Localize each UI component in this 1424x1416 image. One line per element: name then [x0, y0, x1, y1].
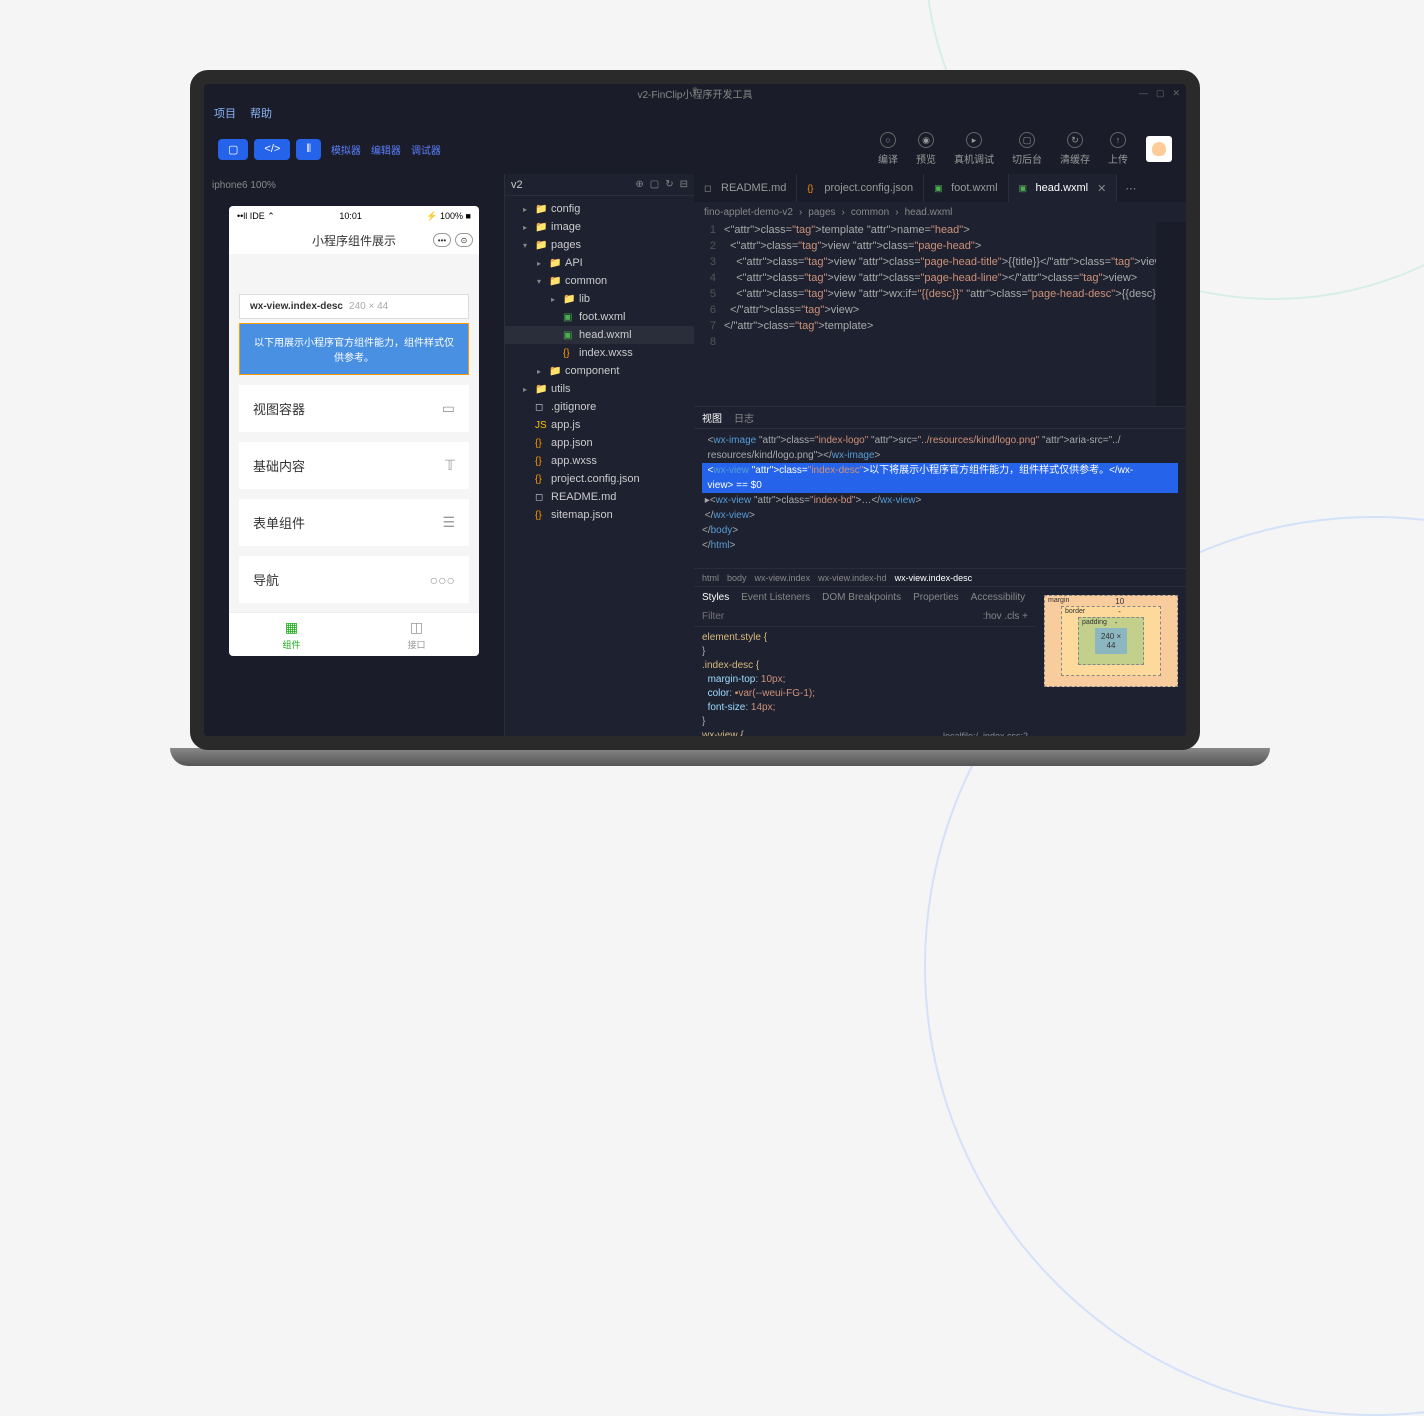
tool-simulator[interactable]: ▢: [218, 139, 248, 160]
phone-simulator[interactable]: ••ll IDE ⌃ 10:01 ⚡ 100% ■ 小程序组件展示 •••⊙ w…: [229, 206, 479, 656]
phone-statusbar: ••ll IDE ⌃ 10:01 ⚡ 100% ■: [229, 206, 479, 226]
tabbar-api[interactable]: ◫接口: [354, 613, 479, 656]
remote-debug-button[interactable]: ▸真机调试: [954, 132, 994, 166]
simulator-panel: iphone6 100% ••ll IDE ⌃ 10:01 ⚡ 100% ■ 小…: [204, 174, 504, 736]
tree-item[interactable]: {}index.wxss: [505, 344, 694, 362]
highlighted-element: 以下用展示小程序官方组件能力，组件样式仅供参考。: [239, 323, 469, 375]
breadcrumb[interactable]: fino-applet-demo-v2 › pages › common › h…: [694, 202, 1186, 222]
editor-tab[interactable]: {}project.config.json: [797, 174, 924, 202]
tree-item[interactable]: {}app.json: [505, 434, 694, 452]
grid-icon: ▦: [285, 619, 298, 636]
styles-filter-controls[interactable]: :hov .cls +: [983, 611, 1028, 622]
dots-icon: ○○○: [430, 572, 455, 588]
tree-item[interactable]: ▸📁API: [505, 254, 694, 272]
text-icon: 𝕋: [445, 457, 455, 474]
devtools-tab-log[interactable]: 日志: [734, 410, 754, 425]
phone-title: 小程序组件展示 •••⊙: [229, 226, 479, 254]
menu-icon: ☰: [442, 514, 455, 531]
tree-item[interactable]: ▸📁utils: [505, 380, 694, 398]
tree-item[interactable]: ▾📁pages: [505, 236, 694, 254]
api-icon: ◫: [410, 619, 423, 636]
styles-tab[interactable]: Accessibility: [971, 592, 1025, 603]
background-button[interactable]: ▢切后台: [1012, 132, 1042, 166]
tree-item[interactable]: ▣foot.wxml: [505, 308, 694, 326]
editor-tab[interactable]: ◻README.md: [694, 174, 797, 202]
device-info[interactable]: iphone6 100%: [212, 180, 276, 191]
collapse-icon[interactable]: ⊟: [680, 179, 688, 190]
preview-button[interactable]: ◉预览: [916, 132, 936, 166]
project-name: v2: [511, 179, 523, 191]
tree-item[interactable]: ▸📁config: [505, 200, 694, 218]
tree-item[interactable]: JSapp.js: [505, 416, 694, 434]
tree-item[interactable]: ◻.gitignore: [505, 398, 694, 416]
inspector-tooltip: wx-view.index-desc240 × 44: [239, 294, 469, 319]
styles-tab[interactable]: Event Listeners: [741, 592, 810, 603]
tree-item[interactable]: ▸📁component: [505, 362, 694, 380]
tool-debugger[interactable]: ⫴: [296, 139, 321, 160]
styles-filter-input[interactable]: [702, 611, 983, 622]
devtools: 视图 日志 <wx-image "attr">class="index-logo…: [694, 406, 1186, 736]
menubar: 项目 帮助: [204, 102, 1186, 124]
menu-help[interactable]: 帮助: [250, 105, 272, 121]
tabbar-components[interactable]: ▦组件: [229, 613, 354, 656]
window-title: v2-FinClip小程序开发工具: [637, 86, 752, 101]
box-model: margin10 border- padding- 240 × 44: [1036, 587, 1186, 736]
upload-button[interactable]: ↑上传: [1108, 132, 1128, 166]
clear-cache-button[interactable]: ↻清缓存: [1060, 132, 1090, 166]
tree-item[interactable]: {}app.wxss: [505, 452, 694, 470]
elements-breadcrumb[interactable]: htmlbodywx-view.indexwx-view.index-hdwx-…: [694, 568, 1186, 586]
tool-editor[interactable]: </>: [254, 139, 290, 160]
list-item[interactable]: 导航○○○: [239, 556, 469, 603]
window-controls[interactable]: —▢✕: [1139, 88, 1180, 99]
tree-item[interactable]: {}sitemap.json: [505, 506, 694, 524]
tree-item[interactable]: ▸📁image: [505, 218, 694, 236]
new-file-icon[interactable]: ⊕: [635, 179, 643, 190]
toolbar: ▢ </> ⫴ 模拟器 编辑器 调试器 ○编译 ◉预览 ▸真机调试 ▢切后台 ↻…: [204, 124, 1186, 174]
phone-close-icon[interactable]: ⊙: [455, 233, 473, 247]
menu-project[interactable]: 项目: [214, 105, 236, 121]
container-icon: ▭: [442, 400, 455, 417]
new-folder-icon[interactable]: ▢: [650, 179, 659, 190]
window-titlebar: v2-FinClip小程序开发工具 —▢✕: [204, 84, 1186, 102]
list-item[interactable]: 基础内容𝕋: [239, 442, 469, 489]
styles-tab[interactable]: DOM Breakpoints: [822, 592, 901, 603]
laptop-frame: v2-FinClip小程序开发工具 —▢✕ 项目 帮助 ▢ </> ⫴ 模拟器 …: [170, 70, 1220, 790]
close-icon: ✕: [1097, 182, 1106, 195]
devtools-tab-view[interactable]: 视图: [702, 410, 722, 425]
elements-panel[interactable]: <wx-image "attr">class="index-logo" "att…: [694, 429, 1186, 568]
styles-tab[interactable]: Styles: [702, 592, 729, 603]
editor-tab[interactable]: ▣foot.wxml: [924, 174, 1008, 202]
tree-item[interactable]: ▸📁lib: [505, 290, 694, 308]
css-rules[interactable]: element.style {}.index-desc {</span></di…: [694, 627, 1036, 736]
tree-item[interactable]: {}project.config.json: [505, 470, 694, 488]
tree-item[interactable]: ▣head.wxml: [505, 326, 694, 344]
minimap[interactable]: [1156, 222, 1186, 406]
list-item[interactable]: 视图容器▭: [239, 385, 469, 432]
avatar[interactable]: [1146, 136, 1172, 162]
editor-tab[interactable]: ▣head.wxml✕: [1009, 174, 1118, 202]
list-item[interactable]: 表单组件☰: [239, 499, 469, 546]
phone-more-icon[interactable]: •••: [433, 233, 451, 247]
tree-item[interactable]: ▾📁common: [505, 272, 694, 290]
refresh-icon[interactable]: ↻: [665, 179, 673, 190]
styles-tab[interactable]: Properties: [913, 592, 959, 603]
file-explorer: v2 ⊕ ▢ ↻ ⊟ ▸📁config▸📁image▾📁pages▸📁API▾📁com…: [504, 174, 694, 736]
compile-button[interactable]: ○编译: [878, 132, 898, 166]
editor-panel: ◻README.md{}project.config.json▣foot.wxm…: [694, 174, 1186, 736]
code-editor[interactable]: 12345678 <"attr">class="tag">template "a…: [694, 222, 1186, 406]
tree-item[interactable]: ◻README.md: [505, 488, 694, 506]
more-tabs[interactable]: ⋯: [1117, 182, 1144, 195]
